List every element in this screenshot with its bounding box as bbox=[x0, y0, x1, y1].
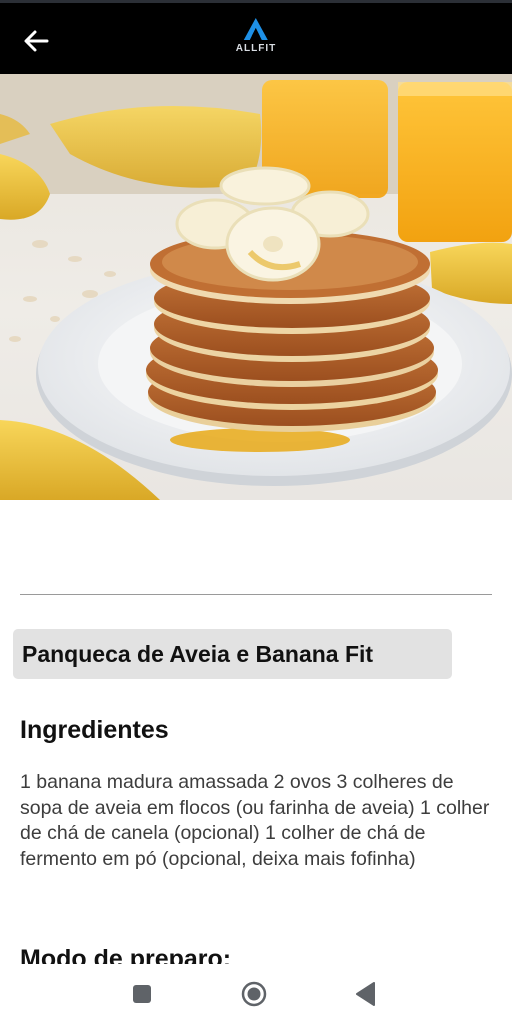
logo-text: ALLFIT bbox=[235, 43, 277, 54]
system-nav-bar bbox=[0, 964, 512, 1024]
recipe-title: Panqueca de Aveia e Banana Fit bbox=[22, 640, 374, 667]
section-divider bbox=[20, 594, 492, 595]
triangle-back-icon bbox=[356, 982, 375, 1006]
recipe-title-box: Panqueca de Aveia e Banana Fit bbox=[13, 629, 452, 679]
pancake-image bbox=[0, 74, 512, 500]
recipe-hero-image bbox=[0, 74, 512, 500]
logo-icon bbox=[244, 18, 268, 40]
back-button[interactable] bbox=[18, 23, 54, 59]
arrow-left-icon bbox=[24, 30, 49, 52]
recents-button[interactable] bbox=[124, 978, 160, 1010]
square-recents-icon bbox=[133, 985, 151, 1003]
home-button[interactable] bbox=[236, 978, 272, 1010]
app-logo: ALLFIT bbox=[236, 17, 276, 54]
app-bar: ALLFIT bbox=[0, 0, 512, 74]
ingredients-text: 1 banana madura amassada 2 ovos 3 colher… bbox=[20, 771, 490, 870]
nav-back-button[interactable] bbox=[348, 978, 384, 1010]
ingredients-heading: Ingredientes bbox=[20, 716, 169, 744]
circle-home-icon bbox=[241, 981, 267, 1007]
